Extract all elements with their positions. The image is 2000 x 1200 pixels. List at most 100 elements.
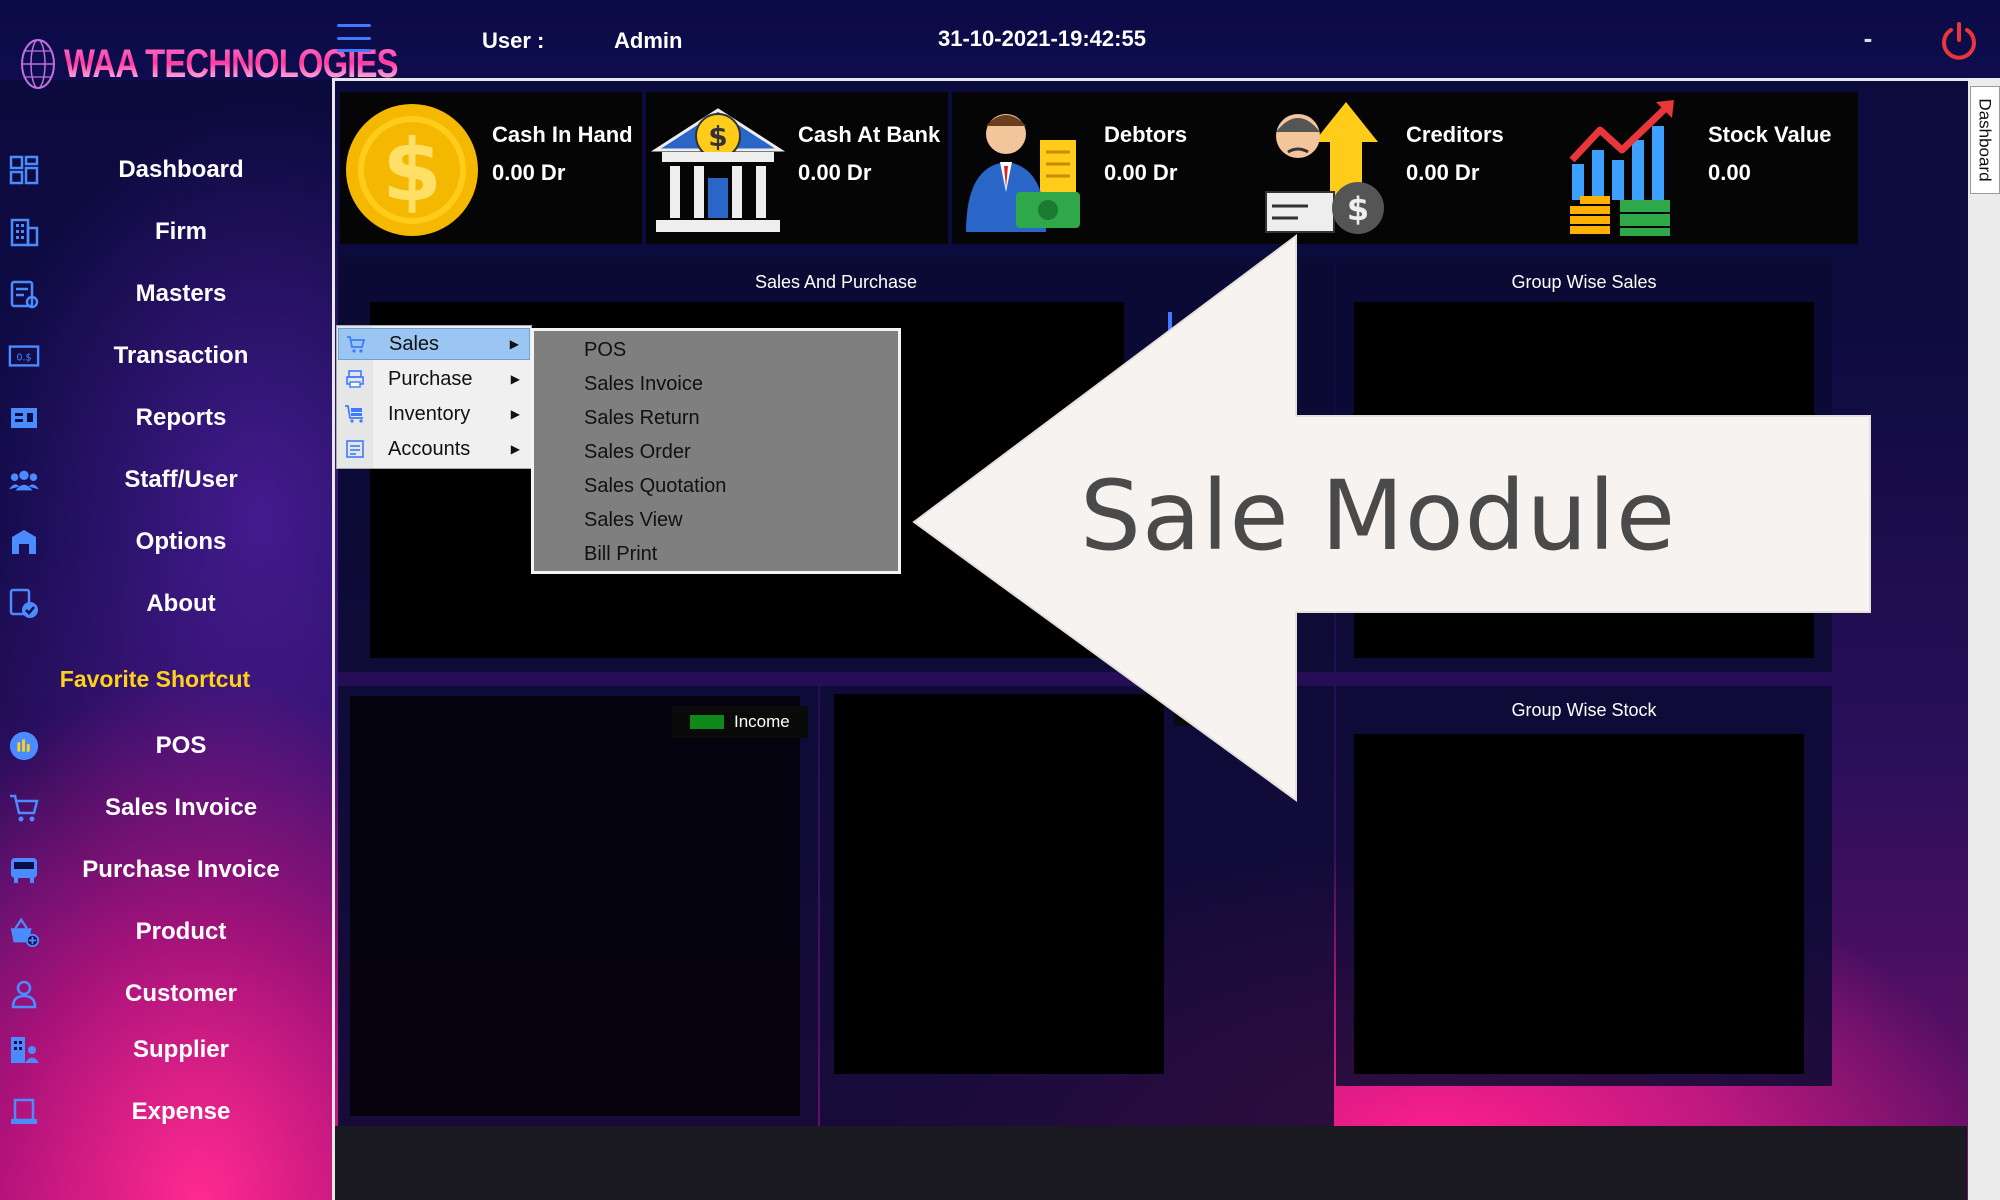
favorite-item-pos[interactable]: POS [0, 718, 330, 774]
minimize-button[interactable]: - [1856, 24, 1880, 52]
card-stock-value[interactable]: Stock Value 0.00 [1556, 92, 1858, 244]
sidebar-item-label: POS [155, 732, 207, 759]
user-name: Admin [614, 28, 683, 53]
panel-title: Sales And Purchase [754, 272, 918, 292]
status-strip [335, 1126, 1967, 1200]
submenu-arrow-icon: ▶ [510, 442, 520, 456]
creditor-icon: $ [1258, 96, 1394, 240]
submenu-arrow-icon: ▶ [510, 407, 520, 421]
sidebar-item-label: Transaction [113, 342, 249, 369]
card-value: 0.00 Dr [798, 160, 872, 185]
favorite-item-product[interactable]: Product [0, 904, 330, 960]
sidebar-item-masters[interactable]: Masters [0, 266, 330, 322]
sidebar-item-label: Options [135, 528, 227, 555]
sidebar-item-transaction[interactable]: 0.$ Transaction [0, 328, 330, 384]
svg-text:$: $ [708, 120, 727, 153]
menu-item-purchase[interactable]: Purchase ▶ [338, 363, 530, 395]
chart-plot-area [1354, 734, 1804, 1074]
accounts-icon [344, 438, 366, 460]
panel-title: Group Wise Sales [1511, 272, 1657, 292]
submenu-item-sales-invoice[interactable]: Sales Invoice [584, 369, 703, 399]
card-creditors[interactable]: $ Creditors 0.00 Dr [1254, 92, 1556, 244]
users-icon [8, 464, 40, 496]
card-title: Debtors [1104, 122, 1188, 147]
submenu-arrow-icon: ▶ [510, 372, 520, 386]
legend-swatch [690, 715, 724, 729]
sidebar-item-staff-user[interactable]: Staff/User [0, 452, 330, 508]
sidebar-item-options[interactable]: Options [0, 514, 330, 570]
card-title: Stock Value [1708, 122, 1832, 147]
favorite-item-expense[interactable]: Expense [0, 1084, 330, 1140]
product-icon [8, 916, 40, 948]
power-icon[interactable] [1938, 20, 1980, 62]
sidebar-item-firm[interactable]: Firm [0, 204, 330, 260]
submenu-item-sales-return[interactable]: Sales Return [584, 403, 700, 433]
sidebar-item-label: Firm [154, 218, 207, 245]
submenu-item-bill-print[interactable]: Bill Print [584, 539, 657, 569]
bus-icon [8, 854, 40, 886]
card-debtors[interactable]: Debtors 0.00 Dr [952, 92, 1254, 244]
right-rail [1968, 78, 2000, 1200]
favorite-item-purchase-invoice[interactable]: Purchase Invoice [0, 842, 330, 898]
menu-item-inventory[interactable]: Inventory ▶ [338, 398, 530, 430]
sidebar-item-label: Supplier [132, 1036, 229, 1063]
tab-dashboard[interactable]: Dashboard [1970, 86, 2000, 194]
sidebar-item-label: Purchase Invoice [82, 856, 280, 883]
card-title: Creditors [1406, 122, 1504, 147]
submenu-item-sales-view[interactable]: Sales View [584, 505, 683, 535]
series-marker [1168, 312, 1172, 330]
card-cash-in-hand[interactable]: $ Cash In Hand 0.00 Dr [340, 92, 642, 244]
submenu-arrow-icon: ▶ [509, 337, 519, 351]
panel-group-wise-stock: Group Wise Stock [1336, 686, 1832, 1086]
submenu-item-pos[interactable]: POS [584, 335, 626, 365]
favorite-shortcut-title: Favorite Shortcut [59, 666, 251, 692]
sidebar-item-label: Product [135, 918, 227, 945]
sidebar-item-about[interactable]: About [0, 576, 330, 632]
submenu-item-sales-quotation[interactable]: Sales Quotation [584, 471, 726, 501]
user-label: User : [482, 28, 545, 53]
expense-icon [8, 1096, 40, 1128]
favorite-item-sales-invoice[interactable]: Sales Invoice [0, 780, 330, 836]
sidebar-item-dashboard[interactable]: Dashboard [0, 142, 330, 198]
dashboard-icon [8, 154, 40, 186]
card-cash-at-bank[interactable]: $ Cash At Bank 0.00 Dr [646, 92, 948, 244]
context-menu: Sales ▶ Purchase ▶ Inventory ▶ Accounts … [336, 325, 532, 469]
legend-label: Income [734, 712, 790, 731]
favorite-item-customer[interactable]: Customer [0, 966, 330, 1022]
sidebar: Dashboard Firm Masters 0.$ Transaction R… [0, 80, 330, 1200]
printer-icon [344, 368, 366, 390]
debtor-icon [956, 96, 1092, 240]
annotation-label: Sale Module [1080, 460, 1677, 572]
sidebar-item-label: Reports [135, 404, 227, 431]
menu-item-label: Inventory [388, 402, 471, 425]
cart-icon [345, 333, 367, 355]
menu-hamburger-icon[interactable] [337, 24, 371, 52]
chart-legend [1174, 702, 1294, 726]
about-icon [8, 588, 40, 620]
svg-text:0.$: 0.$ [17, 353, 32, 364]
supplier-icon [8, 1034, 40, 1066]
pos-icon [8, 730, 40, 762]
card-value: 0.00 Dr [492, 160, 566, 185]
menu-item-label: Accounts [388, 437, 471, 460]
coin-icon: $ [344, 96, 480, 240]
svg-text:$: $ [382, 121, 442, 221]
transaction-icon: 0.$ [8, 340, 40, 372]
inventory-icon [344, 403, 366, 425]
card-value: 0.00 [1708, 160, 1751, 185]
sidebar-item-reports[interactable]: Reports [0, 390, 330, 446]
reports-icon [8, 402, 40, 434]
options-icon [8, 526, 40, 558]
panel-expense [820, 686, 1334, 1126]
favorite-item-supplier[interactable]: Supplier [0, 1022, 330, 1078]
sidebar-item-label: Expense [131, 1098, 231, 1125]
bank-icon: $ [650, 96, 786, 240]
customer-icon [8, 978, 40, 1010]
menu-item-sales[interactable]: Sales ▶ [338, 328, 530, 360]
menu-item-label: Sales [389, 332, 440, 355]
menu-item-accounts[interactable]: Accounts ▶ [338, 433, 530, 465]
card-title: Cash At Bank [798, 122, 941, 147]
submenu-item-sales-order[interactable]: Sales Order [584, 437, 691, 467]
svg-text:$: $ [1347, 190, 1369, 228]
sidebar-item-label: Masters [135, 280, 227, 307]
